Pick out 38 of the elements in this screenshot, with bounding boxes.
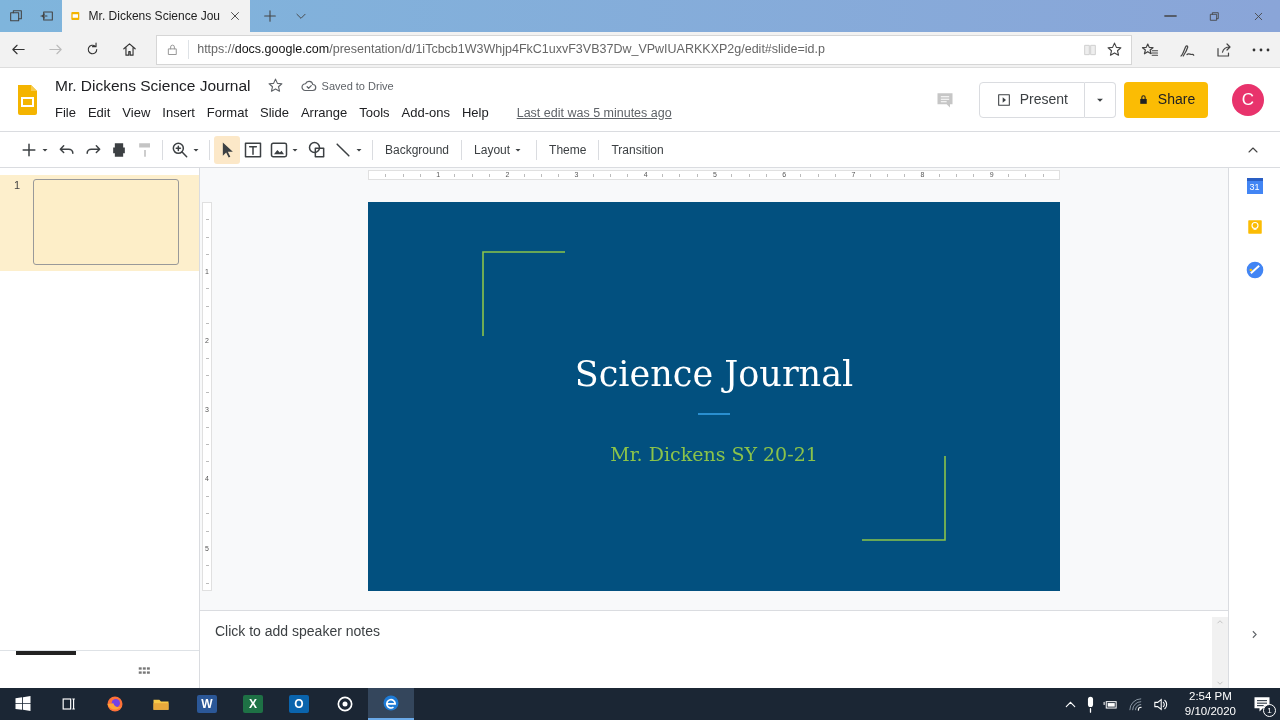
toolbar-button[interactable]: Theme [541, 135, 595, 164]
toolbar-button[interactable]: Background [377, 135, 458, 164]
word-taskbar-button[interactable]: W [184, 688, 230, 720]
notification-count: 1 [1263, 704, 1276, 717]
address-field[interactable]: https://docs.google.com/presentation/d/1iTcbcb1W3Whjp4FkC1uxvF3VB37Dw_VPwIUARKKXP2g/edit#slide=id.p [156, 34, 1132, 65]
calendar-button[interactable]: 31 [1246, 178, 1263, 194]
slide[interactable]: Science Journal Mr. Dickens SY 20-21 [368, 201, 1060, 591]
menu-item[interactable]: Insert [156, 101, 201, 125]
browser-tab[interactable]: Mr. Dickens Science Jou [62, 0, 250, 32]
outlook-app-icon: O [289, 695, 309, 713]
outlook-taskbar-button[interactable]: O [276, 688, 322, 720]
slide-thumbnail-row[interactable]: 1 [0, 175, 199, 271]
layout-menu-button[interactable]: Layout [466, 135, 533, 164]
menu-item[interactable]: Format [200, 101, 254, 125]
menu-item[interactable]: Help [455, 101, 495, 125]
clock-button[interactable]: 2:54 PM 9/10/2020 [1176, 688, 1244, 720]
present-button[interactable]: Present [978, 81, 1085, 118]
menu-item[interactable]: Slide [254, 101, 295, 125]
menu-item[interactable]: Edit [81, 101, 117, 125]
slide-title[interactable]: Science Journal [368, 347, 1060, 400]
word-app-icon: W [197, 695, 217, 713]
toolbar-button[interactable]: Transition [603, 135, 672, 164]
speaker-notes-field[interactable]: Click to add speaker notes [200, 611, 1212, 688]
share-button[interactable]: Share [1124, 81, 1208, 118]
menu-item[interactable]: File [49, 101, 82, 125]
menu-item[interactable]: View [116, 101, 157, 125]
account-avatar[interactable]: C [1232, 83, 1264, 116]
menu-item[interactable]: Tools [353, 101, 396, 125]
notifications-button[interactable]: 1 [1252, 694, 1272, 714]
save-status: Saved to Drive [321, 78, 394, 94]
slide-subtitle[interactable]: Mr. Dickens SY 20-21 [368, 439, 1060, 468]
slide-number: 1 [13, 178, 22, 193]
last-edit-link[interactable]: Last edit was 5 minutes ago [510, 102, 678, 124]
menu-item[interactable]: Add-ons [395, 101, 456, 125]
document-title[interactable]: Mr. Dickens Science Journal [55, 74, 251, 98]
menu-item[interactable]: Arrange [294, 101, 354, 125]
excel-app-icon: X [243, 695, 263, 713]
excel-taskbar-button[interactable]: X [230, 688, 276, 720]
